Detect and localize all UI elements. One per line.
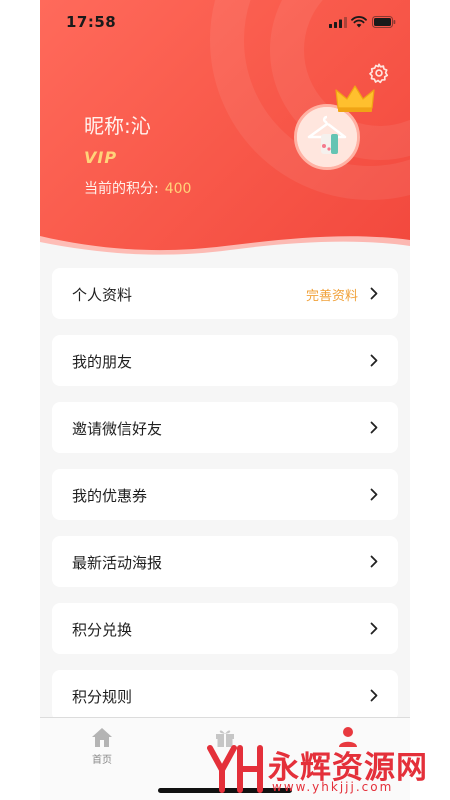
menu-item-friends[interactable]: 我的朋友 bbox=[52, 335, 398, 386]
header-wave bbox=[40, 236, 410, 266]
chevron-right-icon bbox=[370, 555, 378, 568]
phone-screen: 17:58 昵称:沁 VIP 当前的积分: 400 个人资料 完善资料 我的朋友… bbox=[40, 0, 410, 800]
menu-item-label: 最新活动海报 bbox=[72, 554, 163, 572]
vip-badge: VIP bbox=[84, 148, 118, 167]
watermark: 永辉资源网 www.yhkjjj.com bbox=[206, 738, 450, 798]
watermark-logo-icon bbox=[207, 745, 263, 793]
complete-profile-hint: 完善资料 bbox=[305, 289, 358, 304]
menu-item-label: 积分兑换 bbox=[72, 621, 133, 639]
menu-item-label: 邀请微信好友 bbox=[72, 420, 163, 438]
points-value: 400 bbox=[164, 181, 192, 197]
crown-icon bbox=[335, 85, 375, 112]
chevron-right-icon bbox=[370, 488, 378, 501]
menu-item-label: 个人资料 bbox=[72, 286, 133, 304]
chevron-right-icon bbox=[370, 287, 378, 300]
points-line: 当前的积分: 400 bbox=[84, 178, 191, 198]
status-bar: 17:58 bbox=[40, 0, 410, 44]
nickname: 昵称:沁 bbox=[84, 114, 151, 138]
menu-item-invite-wechat[interactable]: 邀请微信好友 bbox=[52, 402, 398, 453]
menu-list: 个人资料 完善资料 我的朋友 邀请微信好友 我的优惠券 最新活动海报 积分兑换 … bbox=[52, 268, 398, 737]
gear-icon[interactable] bbox=[368, 62, 390, 84]
avatar-image bbox=[297, 107, 357, 167]
menu-item-points-rules[interactable]: 积分规则 bbox=[52, 670, 398, 721]
battery-icon bbox=[372, 16, 396, 28]
menu-item-label: 我的朋友 bbox=[72, 353, 133, 371]
menu-item-label: 我的优惠券 bbox=[72, 487, 148, 505]
profile-header: 17:58 昵称:沁 VIP 当前的积分: 400 bbox=[40, 0, 410, 262]
tab-home-label: 首页 bbox=[92, 755, 112, 766]
chevron-right-icon bbox=[370, 689, 378, 702]
status-time: 17:58 bbox=[66, 13, 117, 31]
menu-item-profile[interactable]: 个人资料 完善资料 bbox=[52, 268, 398, 319]
home-icon bbox=[92, 728, 112, 747]
menu-item-label: 积分规则 bbox=[72, 688, 133, 706]
chevron-right-icon bbox=[370, 421, 378, 434]
points-label: 当前的积分: bbox=[84, 181, 159, 197]
tab-home[interactable]: 首页 bbox=[62, 726, 142, 766]
watermark-url: www.yhkjjj.com bbox=[272, 780, 394, 794]
menu-item-event-posters[interactable]: 最新活动海报 bbox=[52, 536, 398, 587]
menu-item-points-exchange[interactable]: 积分兑换 bbox=[52, 603, 398, 654]
wifi-icon bbox=[351, 16, 367, 28]
chevron-right-icon bbox=[370, 354, 378, 367]
menu-item-coupons[interactable]: 我的优惠券 bbox=[52, 469, 398, 520]
chevron-right-icon bbox=[370, 622, 378, 635]
cellular-signal-icon bbox=[329, 17, 347, 28]
